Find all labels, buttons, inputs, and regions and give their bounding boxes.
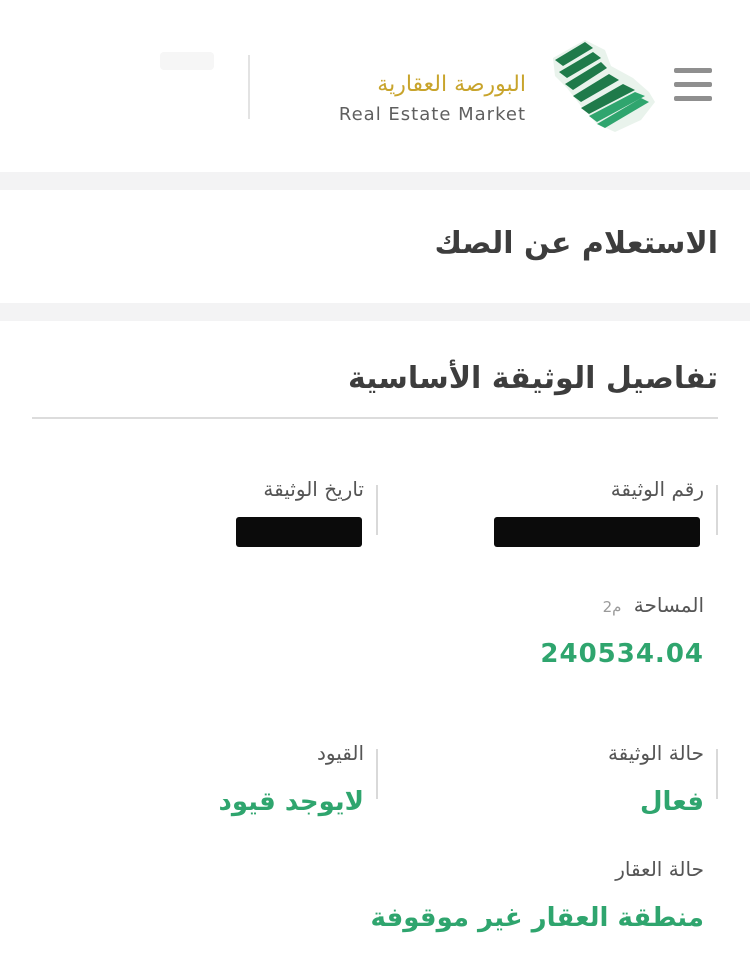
area-label: المساحة م2 [603, 593, 704, 617]
logo-text-en: Real Estate Market [338, 104, 526, 125]
document-number-label: رقم الوثيقة [610, 477, 704, 501]
document-status-field: حالة الوثيقة فعال [418, 741, 718, 821]
area-value: 240534.04 [540, 639, 704, 669]
document-date-label: تاريخ الوثيقة [263, 477, 364, 501]
page-title: الاستعلام عن الصك [434, 226, 719, 261]
document-details-card: تفاصيل الوثيقة الأساسية رقم الوثيقة تاري… [0, 321, 750, 972]
header-divider [248, 55, 250, 119]
document-number-field: رقم الوثيقة [418, 477, 718, 557]
section-separator [0, 172, 750, 190]
saudi-map-logo-icon[interactable] [545, 36, 657, 134]
property-status-label: حالة العقار [615, 857, 704, 881]
property-status-value: منطقة العقار غير موقوفة [370, 903, 704, 933]
area-label-text: المساحة [633, 593, 704, 617]
app-header: Real Estate Market البورصة العقارية [0, 0, 750, 172]
restrictions-label: القيود [316, 741, 364, 765]
section-divider [32, 417, 718, 419]
menu-button[interactable] [674, 68, 712, 102]
field-accent-bar [716, 749, 718, 799]
hamburger-menu-icon-line [674, 68, 712, 73]
document-status-value: فعال [639, 787, 704, 817]
page-title-section: الاستعلام عن الصك [0, 190, 750, 303]
section-separator [0, 303, 750, 321]
field-accent-bar [716, 485, 718, 535]
area-field: المساحة م2 240534.04 [418, 593, 718, 683]
area-unit: م2 [602, 598, 622, 616]
restrictions-value: لايوجد قيود [218, 787, 364, 817]
field-accent-bar [376, 749, 378, 799]
header-placeholder [160, 52, 214, 70]
document-date-field: تاريخ الوثيقة [78, 477, 378, 557]
section-title: تفاصيل الوثيقة الأساسية [347, 361, 718, 396]
logo-text-ar: البورصة العقارية [377, 72, 526, 97]
field-accent-bar [376, 485, 378, 535]
hamburger-menu-icon-line [674, 96, 712, 101]
property-status-field: حالة العقار منطقة العقار غير موقوفة [318, 857, 718, 937]
hamburger-menu-icon-line [674, 82, 712, 87]
document-status-label: حالة الوثيقة [607, 741, 704, 765]
document-number-redacted [494, 517, 700, 547]
document-date-redacted [236, 517, 362, 547]
restrictions-field: القيود لايوجد قيود [78, 741, 378, 821]
